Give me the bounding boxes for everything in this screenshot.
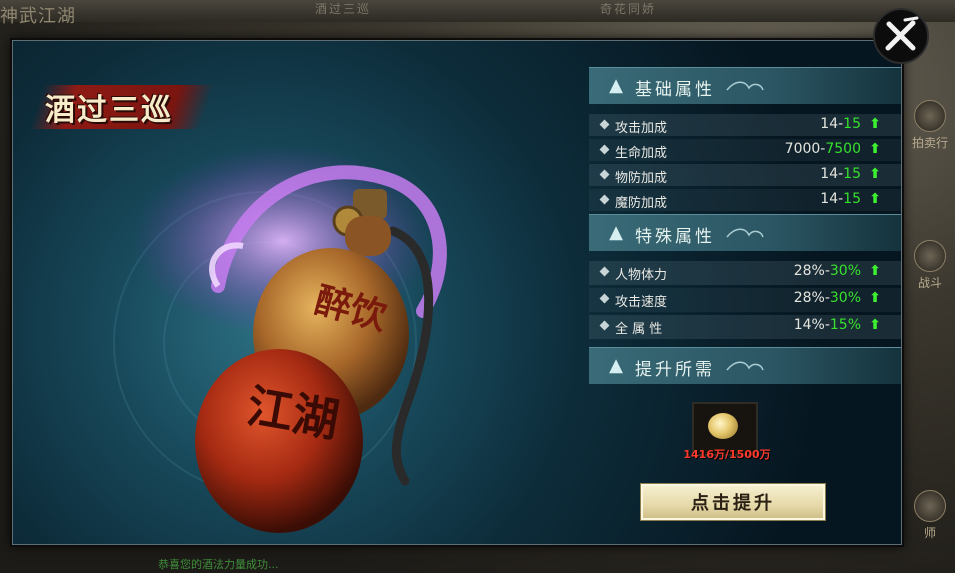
scale-icon <box>914 100 946 132</box>
upgrade-dialog: 醉饮 江湖 酒过三巡 ▲ 基础属性 攻击加成 14-15 ⬆ 生命加成 7000… <box>12 40 902 545</box>
background-logo: 神武江湖 <box>0 6 76 27</box>
background-auction-button[interactable]: 拍卖行 <box>908 100 952 151</box>
arrow-up-icon: ⬆ <box>869 141 881 157</box>
background-tab-2: 奇花同娇 <box>600 2 657 16</box>
background-tab-1: 酒过三巡 <box>315 2 372 16</box>
required-item-count: 1416万/1500万 <box>683 448 771 461</box>
arrow-up-icon: ⬆ <box>869 290 881 306</box>
section-header-requirement: ▲ 提升所需 <box>589 347 901 384</box>
dialog-title: 酒过三巡 <box>45 93 173 128</box>
attr-value: 28%-30% <box>793 263 861 279</box>
attr-row-attack-speed: 攻击速度 28%-30% ⬆ <box>589 288 901 312</box>
game-screen: 酒过三巡 奇花同娇 神武江湖 拍卖行 战斗 师 恭喜您的酒法力量成功... 醉饮… <box>0 0 955 573</box>
bullet-diamond-icon <box>599 194 610 205</box>
attr-label: 攻击速度 <box>615 295 668 310</box>
attr-label: 攻击加成 <box>615 121 668 136</box>
cloud-swirl-icon <box>726 361 764 371</box>
dialog-title-banner: 酒过三巡 <box>29 79 215 135</box>
section-title-basic: 基础属性 <box>635 80 715 100</box>
background-master-label: 师 <box>923 526 936 540</box>
water-drop-icon: ▲ <box>609 222 623 243</box>
attr-label: 物防加成 <box>615 171 668 186</box>
background-battle-label: 战斗 <box>917 276 942 290</box>
background-auction-label: 拍卖行 <box>911 136 948 150</box>
gold-coin-icon <box>708 413 738 439</box>
attr-label: 生命加成 <box>615 146 668 161</box>
attr-label: 人物体力 <box>615 268 668 283</box>
close-x-icon <box>885 16 919 51</box>
gourd-neck <box>345 216 391 256</box>
attribute-column: ▲ 基础属性 攻击加成 14-15 ⬆ 生命加成 7000-7500 ⬆ 物防加… <box>583 67 901 384</box>
section-header-special: ▲ 特殊属性 <box>589 214 901 251</box>
arrow-up-icon: ⬆ <box>869 116 881 132</box>
bullet-diamond-icon <box>599 144 610 155</box>
attr-value: 7000-7500 <box>784 141 861 157</box>
attr-value: 14-15 <box>820 191 861 207</box>
background-master-button[interactable]: 师 <box>908 490 952 541</box>
bullet-diamond-icon <box>599 266 610 277</box>
background-battle-button[interactable]: 战斗 <box>908 240 952 291</box>
section-header-basic: ▲ 基础属性 <box>589 67 901 104</box>
close-button[interactable] <box>873 8 929 64</box>
basic-attribute-list: 攻击加成 14-15 ⬆ 生命加成 7000-7500 ⬆ 物防加成 14-15… <box>589 104 901 211</box>
background-chat-message: 恭喜您的酒法力量成功... <box>158 558 279 571</box>
attr-row-attack: 攻击加成 14-15 ⬆ <box>589 114 901 136</box>
master-icon <box>914 490 946 522</box>
attr-value: 28%-30% <box>793 290 861 306</box>
attr-row-stamina: 人物体力 28%-30% ⬆ <box>589 261 901 285</box>
arrow-up-icon: ⬆ <box>869 263 881 279</box>
bullet-diamond-icon <box>599 119 610 130</box>
background-top-bar <box>0 0 955 22</box>
bullet-diamond-icon <box>599 293 610 304</box>
attr-value: 14%-15% <box>793 317 861 333</box>
arrow-up-icon: ⬆ <box>869 317 881 333</box>
attr-value: 14-15 <box>820 116 861 132</box>
attr-row-magic-defense: 魔防加成 14-15 ⬆ <box>589 189 901 211</box>
bullet-diamond-icon <box>599 169 610 180</box>
arrow-up-icon: ⬆ <box>869 191 881 207</box>
water-drop-icon: ▲ <box>609 75 623 96</box>
attr-row-all-stats: 全 属 性 14%-15% ⬆ <box>589 315 901 339</box>
upgrade-button[interactable]: 点击提升 <box>640 483 826 521</box>
attr-row-health: 生命加成 7000-7500 ⬆ <box>589 139 901 161</box>
special-attribute-list: 人物体力 28%-30% ⬆ 攻击速度 28%-30% ⬆ 全 属 性 14%-… <box>589 251 901 339</box>
attr-label: 全 属 性 <box>615 322 663 337</box>
water-drop-icon: ▲ <box>609 355 623 376</box>
attr-value: 14-15 <box>820 166 861 182</box>
sword-icon <box>914 240 946 272</box>
gourd-lower <box>195 349 363 533</box>
attr-label: 魔防加成 <box>615 196 668 211</box>
section-title-special: 特殊属性 <box>635 227 715 247</box>
section-title-requirement: 提升所需 <box>635 360 715 380</box>
bullet-diamond-icon <box>599 320 610 331</box>
cloud-swirl-icon <box>726 228 764 238</box>
cloud-swirl-icon <box>726 81 764 91</box>
arrow-up-icon: ⬆ <box>869 166 881 182</box>
attr-row-physical-defense: 物防加成 14-15 ⬆ <box>589 164 901 186</box>
